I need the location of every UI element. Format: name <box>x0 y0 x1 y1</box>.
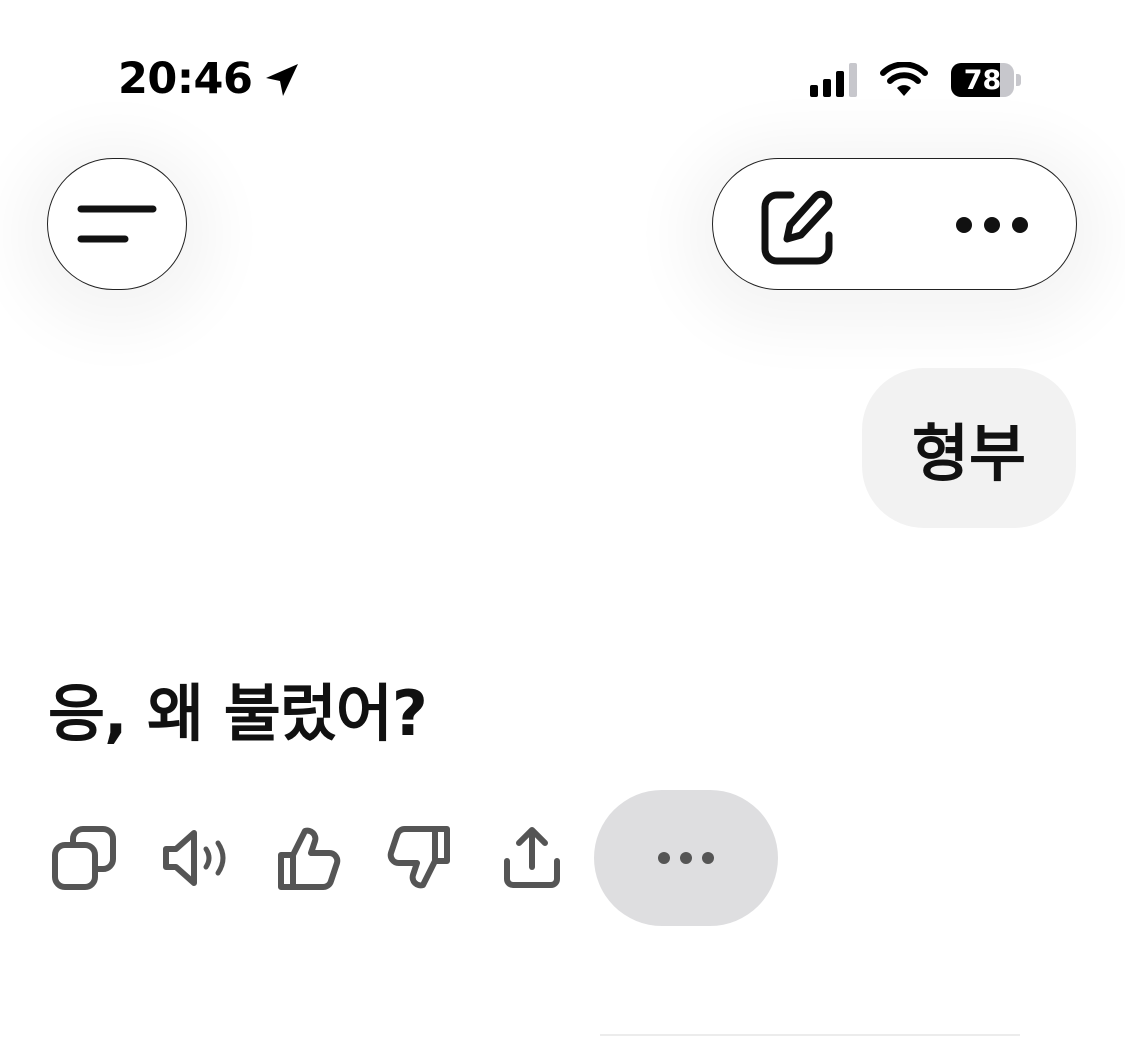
new-chat-button[interactable] <box>757 187 837 267</box>
thumbs-down-icon <box>387 826 450 889</box>
status-time-text: 20:46 <box>118 54 253 104</box>
user-message-text: 형부 <box>911 417 1027 490</box>
battery-icon: 78 <box>951 63 1021 97</box>
status-bar-indicators: 78 <box>810 62 1021 98</box>
more-dots-icon <box>658 852 714 864</box>
new-chat-edit-icon <box>761 190 833 265</box>
composer-top-edge <box>600 1034 1020 1036</box>
status-bar-time: 20:46 <box>118 58 302 101</box>
message-more-button[interactable] <box>594 790 778 926</box>
header-actions-pill <box>712 158 1077 290</box>
thumbs-up-button[interactable] <box>272 822 344 894</box>
more-dots-icon <box>956 217 1028 233</box>
thumbs-down-button[interactable] <box>384 822 456 894</box>
location-arrow-icon <box>266 63 299 96</box>
chat-screen: 20:46 78 형부 응, 왜 불렀어? <box>0 0 1125 1037</box>
menu-button[interactable] <box>47 158 187 290</box>
read-aloud-icon <box>163 830 226 886</box>
battery-level: 78 <box>951 63 1015 97</box>
wifi-icon <box>880 62 928 96</box>
assistant-message-text: 응, 왜 불렀어? <box>48 677 428 750</box>
copy-button[interactable] <box>48 822 120 894</box>
share-icon <box>504 827 560 888</box>
header-more-button[interactable] <box>947 199 1037 251</box>
read-aloud-button[interactable] <box>160 822 232 894</box>
share-button[interactable] <box>496 822 568 894</box>
signal-icon <box>810 63 857 97</box>
user-message-bubble[interactable]: 형부 <box>862 368 1076 528</box>
message-actions-bar <box>48 790 778 926</box>
thumbs-up-icon <box>278 827 341 890</box>
copy-icon <box>52 826 116 890</box>
menu-icon <box>77 205 157 243</box>
